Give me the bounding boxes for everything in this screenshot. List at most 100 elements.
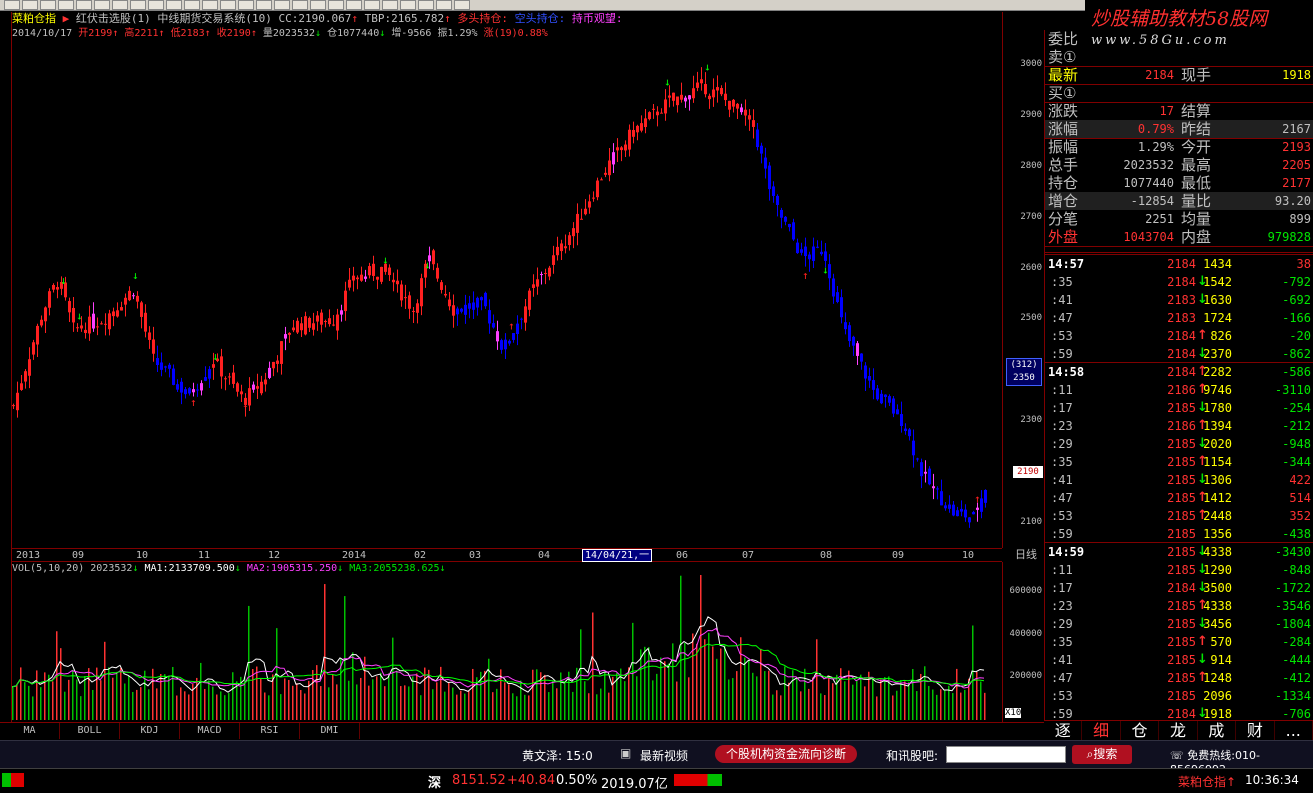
toolbar-button-13[interactable] xyxy=(220,0,236,10)
toolbar-button-11[interactable] xyxy=(184,0,200,10)
toolbar-button-18[interactable] xyxy=(310,0,326,10)
tab-macd[interactable]: MACD xyxy=(180,723,240,739)
toolbar-button-14[interactable] xyxy=(238,0,254,10)
volume-bar xyxy=(676,681,678,720)
candle xyxy=(836,286,839,304)
toolbar-button-17[interactable] xyxy=(292,0,308,10)
candle xyxy=(704,72,707,98)
tick-volume: 1394 xyxy=(1203,419,1232,433)
candle xyxy=(256,373,259,400)
toolbar-button-23[interactable] xyxy=(400,0,416,10)
tick-oi-change: 352 xyxy=(1289,509,1311,523)
tick-price: 2185 xyxy=(1167,653,1196,667)
candle xyxy=(376,276,379,290)
volume-bar xyxy=(380,672,382,720)
candle xyxy=(52,283,55,293)
volume-bar xyxy=(284,678,286,720)
side-tab-6[interactable]: 财 xyxy=(1236,721,1275,740)
volume-bar xyxy=(976,672,978,720)
tick-volume: 9746 xyxy=(1203,383,1232,397)
forum-label: 和讯股吧: xyxy=(886,749,939,763)
side-tab-7[interactable]: ... xyxy=(1275,721,1313,740)
tick-volume: 1356 xyxy=(1203,527,1232,541)
forum-search-input[interactable] xyxy=(946,746,1066,763)
volume-bar xyxy=(556,688,558,720)
toolbar-button-6[interactable] xyxy=(94,0,110,10)
toolbar-button-9[interactable] xyxy=(148,0,164,10)
sell-signal-icon: ↓ xyxy=(424,259,431,272)
toolbar-button-1[interactable] xyxy=(4,0,20,10)
tick-oi-change: -412 xyxy=(1282,671,1311,685)
side-tab-2[interactable]: 细 xyxy=(1082,721,1121,740)
toolbar-button-24[interactable] xyxy=(418,0,434,10)
quote-label: 总手 xyxy=(1048,156,1079,174)
tab-dmi[interactable]: DMI xyxy=(300,723,360,739)
candle xyxy=(288,332,291,343)
tab-ma[interactable]: MA xyxy=(0,723,60,739)
tab-rsi[interactable]: RSI xyxy=(240,723,300,739)
volume-bar xyxy=(420,695,422,720)
candle xyxy=(156,345,159,373)
volume-bar xyxy=(324,584,326,720)
toolbar-button-4[interactable] xyxy=(58,0,74,10)
side-tab-4[interactable]: 龙 xyxy=(1159,721,1198,740)
date-tick: 10 xyxy=(962,550,975,561)
tick-time: :29 xyxy=(1051,617,1073,631)
instrument-name[interactable]: 菜粕仓指 xyxy=(12,12,56,25)
side-tab-5[interactable]: 成 xyxy=(1198,721,1237,740)
toolbar-button-2[interactable] xyxy=(22,0,38,10)
toolbar-button-7[interactable] xyxy=(112,0,128,10)
latest-video-link[interactable]: 最新视频 xyxy=(640,747,688,764)
toolbar-button-26[interactable] xyxy=(454,0,470,10)
tick-list[interactable]: 14:57 2184 1434 38:35 2184 ↓ 1542 -792:41 2183 ↓ 1… xyxy=(1044,252,1313,721)
info-bar: 黄文泽: 15:0 ▣ 最新视频 个股机构资金流向诊断 和讯股吧: ⌕搜索 ☏ … xyxy=(0,740,1313,776)
candle xyxy=(136,291,139,309)
candle xyxy=(896,404,899,415)
candle xyxy=(276,355,279,373)
tick-row: :29 2185 ↓ 2020 -948 xyxy=(1045,435,1313,453)
fund-flow-diagnosis-button[interactable]: 个股机构资金流向诊断 xyxy=(715,745,857,763)
volume-bar xyxy=(528,695,530,720)
toolbar-button-22[interactable] xyxy=(382,0,398,10)
candle xyxy=(460,307,463,314)
quote-label-2: 内盘 xyxy=(1181,228,1212,246)
date-cursor-label: 14/04/21,一 xyxy=(582,549,653,562)
volume-chart[interactable] xyxy=(12,575,1002,720)
candlestick-chart[interactable]: ↓ ↓ ↓ ↓ ↑ ↑ ↓ ↓ ↑ ↓ ↓ ↑ ↓ ↑ xyxy=(12,40,1002,548)
buy-signal-icon: ↑ xyxy=(190,396,197,409)
tick-row: :41 2185 ↓ 914 -444 xyxy=(1045,651,1313,669)
tick-volume: 1780 xyxy=(1203,401,1232,415)
side-tab-3[interactable]: 仓 xyxy=(1121,721,1160,740)
toolbar-button-20[interactable] xyxy=(346,0,362,10)
candle xyxy=(800,242,803,256)
candle xyxy=(636,124,639,141)
toolbar-button-10[interactable] xyxy=(166,0,182,10)
quote-row: 买① xyxy=(1045,84,1313,102)
volume-bar xyxy=(208,680,210,720)
toolbar-button-15[interactable] xyxy=(256,0,272,10)
volume-bar xyxy=(848,670,850,720)
period-label[interactable]: 日线 xyxy=(1008,548,1044,562)
volume-bar xyxy=(780,695,782,720)
toolbar-button-8[interactable] xyxy=(130,0,146,10)
search-button[interactable]: ⌕搜索 xyxy=(1072,745,1132,764)
tab-boll[interactable]: BOLL xyxy=(60,723,120,739)
toolbar-button-25[interactable] xyxy=(436,0,452,10)
quote-value-2: 93.20 xyxy=(1274,194,1311,208)
toolbar-button-3[interactable] xyxy=(40,0,56,10)
candle xyxy=(368,262,371,279)
tab-kdj[interactable]: KDJ xyxy=(120,723,180,739)
toolbar-button-5[interactable] xyxy=(76,0,92,10)
candle xyxy=(44,306,47,334)
candle xyxy=(268,361,271,380)
toolbar-button-16[interactable] xyxy=(274,0,290,10)
vol-ma2: MA2:1905315.250 xyxy=(246,563,338,574)
side-tab-1[interactable]: 逐 xyxy=(1044,721,1083,740)
volume-bar xyxy=(648,647,650,720)
volume-bar xyxy=(736,671,738,720)
toolbar-button-19[interactable] xyxy=(328,0,344,10)
toolbar-button-12[interactable] xyxy=(202,0,218,10)
volume-bar xyxy=(764,671,766,720)
toolbar-button-21[interactable] xyxy=(364,0,380,10)
candle xyxy=(916,457,919,462)
